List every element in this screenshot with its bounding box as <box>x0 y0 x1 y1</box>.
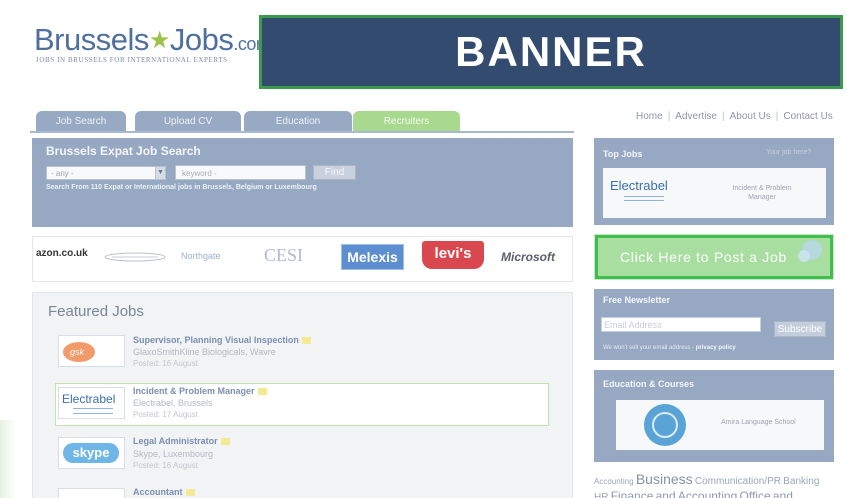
job-title-text: Accountant <box>133 487 183 497</box>
logo-tagline: JOBS IN BRUSSELS FOR INTERNATIONAL EXPER… <box>36 56 228 64</box>
logo-underline <box>73 408 113 414</box>
job-title-text: Legal Administrator <box>133 436 218 446</box>
electrabel-logo: Electrabel <box>610 178 668 193</box>
cesi-logo[interactable]: CESI <box>264 245 303 266</box>
top-links: Home | Advertise | About Us | Contact Us <box>636 111 833 122</box>
subscribe-button[interactable]: Subscribe <box>774 321 826 337</box>
job-title-link[interactable]: Incident & Problem Manager <box>133 386 267 396</box>
job-posted: Posted: 17 August <box>133 410 198 419</box>
job-title-link[interactable]: Legal Administrator <box>133 436 230 446</box>
location-select[interactable]: - any - <box>46 166 166 180</box>
flag-icon <box>185 489 195 497</box>
job-company: GlaxoSmithKline Biologicals, Wavre <box>133 347 276 357</box>
logo-underline <box>624 196 664 201</box>
northgate-logo[interactable]: Northgate <box>181 251 221 261</box>
chevron-down-icon[interactable]: ▼ <box>155 166 166 180</box>
email-field[interactable]: Email Address <box>601 317 761 332</box>
top-job-title[interactable]: Incident & Problem Manager <box>722 184 802 202</box>
find-button[interactable]: Find <box>313 165 356 180</box>
job-title-text: Incident & Problem Manager <box>133 386 255 396</box>
globe-icon <box>642 402 688 448</box>
tag-link[interactable]: Communication/PR <box>695 476 781 487</box>
flag-icon <box>257 388 267 396</box>
job-logo[interactable] <box>58 488 125 498</box>
star-icon: ★ <box>148 27 171 54</box>
electrabel-logo-text: Electrabel <box>62 392 116 406</box>
tag-link[interactable]: Banking <box>783 476 819 487</box>
gsk-logo[interactable]: gsk <box>58 335 125 367</box>
flag-icon <box>220 438 230 446</box>
tag-link[interactable]: Finance <box>611 489 654 498</box>
tab-recruiters[interactable]: Recruiters <box>353 111 460 132</box>
post-job-label: Click Here to Post a Job <box>620 249 787 265</box>
link-home[interactable]: Home <box>636 111 663 122</box>
tag-link[interactable]: HR <box>594 492 608 498</box>
tab-upload-cv[interactable]: Upload CV <box>135 111 241 132</box>
tab-job-search[interactable]: Job Search <box>36 111 126 132</box>
tab-education[interactable]: Education <box>244 111 352 132</box>
partner-logo-icon[interactable] <box>104 249 166 262</box>
search-title: Brussels Expat Job Search <box>46 144 201 158</box>
keyword-input[interactable]: keyword - <box>175 165 306 180</box>
microsoft-logo[interactable]: Microsoft <box>501 250 555 264</box>
melexis-logo[interactable]: Melexis <box>341 244 404 270</box>
skype-logo-text: skype <box>63 443 119 463</box>
gsk-logo-text: gsk <box>70 347 85 357</box>
privacy-link[interactable]: privacy policy <box>696 345 736 351</box>
top-jobs-title: Top Jobs <box>603 149 643 159</box>
job-posted: Posted: 16 August <box>133 461 198 470</box>
featured-title: Featured Jobs <box>48 303 144 320</box>
privacy-text: We won't sell your email address - <box>603 345 696 351</box>
tag-link[interactable]: and <box>656 489 676 498</box>
your-job-here-link[interactable]: Your job here? <box>766 149 811 156</box>
logo-jobs: Jobs <box>169 22 234 57</box>
newsletter-title: Free Newsletter <box>603 295 671 305</box>
education-title: Education & Courses <box>603 379 695 389</box>
tag-link[interactable]: and <box>773 489 793 498</box>
skype-logo[interactable]: skype <box>58 437 125 469</box>
amazon-logo[interactable]: azon.co.uk <box>36 248 88 259</box>
tag-link[interactable]: Office <box>740 489 771 498</box>
job-company: Electrabel, Brussels <box>133 398 213 408</box>
electrabel-logo[interactable]: Electrabel <box>58 387 125 419</box>
search-subtitle: Search From 110 Expat or International j… <box>46 184 317 191</box>
job-title-link[interactable]: Supervisor, Planning Visual Inspection <box>133 335 311 345</box>
privacy-note: We won't sell your email address - priva… <box>603 345 736 351</box>
link-advertise[interactable]: Advertise <box>675 111 717 122</box>
flag-icon <box>301 337 311 345</box>
levis-logo[interactable]: levi's <box>422 241 484 269</box>
tag-link[interactable]: Accounting <box>678 489 737 498</box>
decorative-edge <box>0 420 16 498</box>
tag-link[interactable]: Business <box>636 472 693 487</box>
job-title-text: Supervisor, Planning Visual Inspection <box>133 335 299 345</box>
job-company: Skype, Luxembourg <box>133 449 214 459</box>
tag-link[interactable]: Accounting <box>594 477 634 486</box>
site-logo[interactable]: Brussels★Jobs.com <box>34 22 271 58</box>
tag-cloud: Accounting Business Communication/PR Ban… <box>594 472 834 498</box>
banner-label: BANNER <box>455 28 647 75</box>
link-about-us[interactable]: About Us <box>730 111 771 122</box>
job-posted: Posted: 16 August <box>133 359 198 368</box>
logo-brussels: Brussels <box>34 22 149 57</box>
link-contact-us[interactable]: Contact Us <box>783 111 832 122</box>
school-name[interactable]: Amira Language School <box>721 419 796 426</box>
megaphone-icon <box>790 237 830 267</box>
tab-underline <box>30 131 574 133</box>
banner-ad[interactable]: BANNER <box>259 15 843 89</box>
job-row-highlighted[interactable] <box>55 383 549 426</box>
job-title-link[interactable]: Accountant <box>133 487 195 497</box>
